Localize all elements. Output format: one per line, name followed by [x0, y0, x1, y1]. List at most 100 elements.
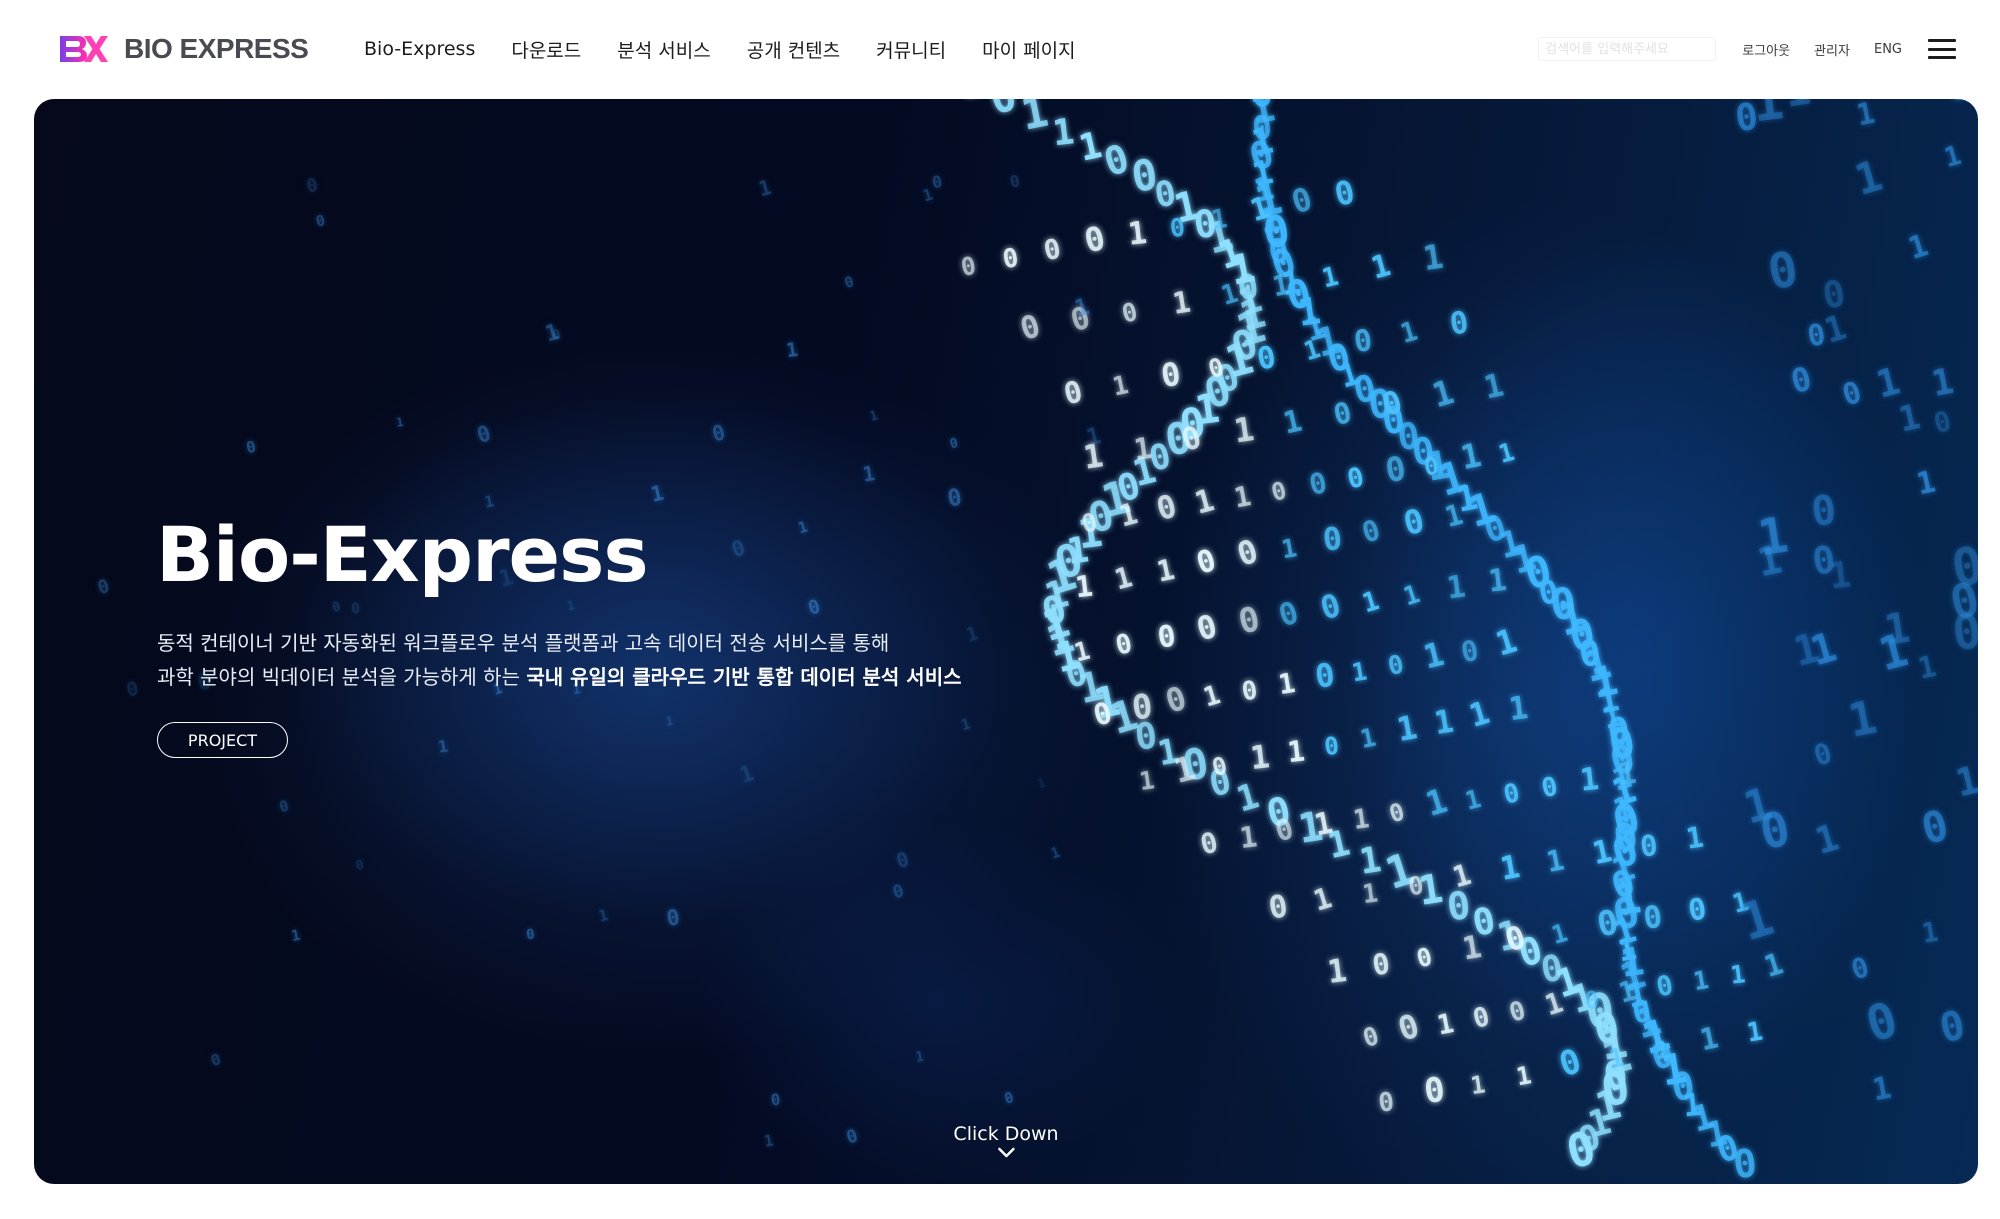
- svg-text:0: 0: [1731, 1141, 1760, 1184]
- svg-text:0: 0: [1119, 297, 1140, 329]
- hamburger-icon[interactable]: [1928, 39, 1956, 59]
- bx-logo-mark: [60, 36, 108, 62]
- svg-text:1: 1: [1111, 560, 1136, 596]
- svg-text:0: 0: [1764, 241, 1803, 301]
- svg-text:0: 0: [1917, 800, 1953, 854]
- project-button[interactable]: PROJECT: [157, 722, 288, 758]
- svg-text:0: 0: [1001, 243, 1021, 275]
- nav-item-bio-express[interactable]: Bio-Express: [364, 38, 475, 60]
- svg-text:1: 1: [1110, 370, 1131, 403]
- svg-text:1: 1: [1872, 358, 1905, 406]
- svg-text:1: 1: [1132, 431, 1155, 468]
- svg-text:1: 1: [756, 175, 774, 201]
- admin-link[interactable]: 관리자: [1814, 40, 1850, 59]
- svg-text:0: 0: [1936, 1001, 1969, 1052]
- svg-text:0: 0: [1113, 628, 1135, 662]
- svg-text:0: 0: [1159, 355, 1184, 395]
- svg-text:1: 1: [665, 714, 674, 729]
- svg-text:0: 0: [1809, 486, 1839, 536]
- svg-text:0: 0: [844, 1125, 860, 1148]
- svg-text:1: 1: [1749, 99, 1787, 134]
- svg-text:0: 0: [1081, 218, 1109, 261]
- svg-text:1: 1: [1209, 203, 1229, 236]
- svg-text:1: 1: [915, 1049, 925, 1066]
- svg-text:0: 0: [95, 576, 112, 599]
- svg-text:1: 1: [1928, 361, 1957, 405]
- svg-text:1: 1: [1170, 285, 1193, 321]
- click-down-button[interactable]: Click Down: [953, 1123, 1059, 1159]
- svg-text:1: 1: [1486, 563, 1508, 600]
- svg-text:0: 0: [1041, 233, 1063, 268]
- svg-text:0: 0: [770, 1089, 782, 1109]
- main-nav: Bio-Express 다운로드 분석 서비스 공개 컨텐츠 커뮤니티 마이 페…: [364, 30, 1076, 68]
- svg-text:1: 1: [1073, 569, 1094, 605]
- svg-text:0: 0: [1002, 1089, 1015, 1108]
- logo[interactable]: BIO EXPRESS: [58, 32, 309, 66]
- svg-text:0: 0: [1331, 173, 1358, 214]
- svg-text:1: 1: [1616, 756, 1638, 793]
- svg-text:1: 1: [1050, 111, 1076, 154]
- svg-text:0: 0: [305, 175, 320, 198]
- svg-text:0: 0: [1287, 180, 1316, 222]
- svg-text:1: 1: [1895, 397, 1924, 441]
- svg-text:1: 1: [1854, 99, 1878, 133]
- svg-text:1: 1: [1286, 734, 1307, 770]
- svg-text:0: 0: [208, 1049, 223, 1070]
- click-down-label: Click Down: [953, 1123, 1059, 1145]
- chevron-down-icon: [997, 1147, 1015, 1158]
- nav-item-public-contents[interactable]: 공개 컨텐츠: [747, 36, 840, 63]
- svg-text:0: 0: [1130, 686, 1155, 727]
- svg-text:1: 1: [1941, 140, 1965, 174]
- svg-text:1: 1: [1914, 464, 1939, 502]
- utility-menu: 로그아웃 관리자 ENG: [1538, 30, 1956, 68]
- hero-description: 동적 컨테이너 기반 자동화된 워크플로우 분석 플랫폼과 고속 데이터 전송 …: [157, 626, 1057, 694]
- hero-description-line-2: 과학 분야의 빅데이터 분석을 가능하게 하는 국내 유일의 클라우드 기반 통…: [157, 660, 1057, 694]
- svg-text:1: 1: [1952, 758, 1978, 806]
- svg-text:1: 1: [290, 927, 302, 945]
- svg-text:0: 0: [1583, 985, 1601, 1015]
- search-input[interactable]: [1538, 37, 1717, 61]
- svg-text:1: 1: [1915, 649, 1940, 687]
- svg-text:0: 0: [1943, 99, 1972, 110]
- svg-text:0: 0: [1008, 171, 1022, 192]
- svg-text:1: 1: [1781, 99, 1814, 117]
- svg-text:1: 1: [1017, 99, 1052, 141]
- logout-link[interactable]: 로그아웃: [1742, 40, 1790, 59]
- svg-text:1: 1: [1870, 1071, 1894, 1109]
- svg-text:1: 1: [1126, 215, 1149, 253]
- site-header: BIO EXPRESS Bio-Express 다운로드 분석 서비스 공개 컨…: [0, 0, 2000, 98]
- svg-text:0: 0: [985, 99, 1022, 124]
- svg-text:0: 0: [244, 437, 257, 458]
- svg-text:1: 1: [763, 1131, 775, 1150]
- svg-text:0: 0: [958, 251, 978, 282]
- svg-text:0: 0: [1016, 308, 1044, 348]
- nav-item-my-page[interactable]: 마이 페이지: [982, 36, 1075, 63]
- svg-text:0: 0: [842, 273, 856, 292]
- svg-text:0: 0: [1930, 404, 1954, 440]
- svg-text:1: 1: [1904, 227, 1932, 267]
- nav-item-community[interactable]: 커뮤니티: [876, 36, 946, 63]
- svg-text:1: 1: [1137, 765, 1156, 796]
- svg-text:1: 1: [785, 338, 800, 362]
- svg-text:0: 0: [1820, 272, 1849, 318]
- svg-text:1: 1: [1920, 917, 1941, 950]
- svg-text:0: 0: [931, 172, 944, 192]
- svg-text:1: 1: [1849, 151, 1888, 206]
- svg-text:0: 0: [1838, 375, 1865, 414]
- svg-text:0: 0: [314, 211, 327, 231]
- svg-text:0: 0: [124, 677, 140, 702]
- svg-text:1: 1: [1578, 761, 1601, 799]
- logo-text: BIO EXPRESS: [124, 33, 309, 64]
- nav-item-download[interactable]: 다운로드: [511, 36, 581, 63]
- svg-text:0: 0: [1168, 213, 1186, 243]
- hero-description-line-1: 동적 컨테이너 기반 자동화된 워크플로우 분석 플랫폼과 고속 데이터 전송 …: [157, 631, 890, 655]
- svg-text:0: 0: [1950, 604, 1978, 662]
- hero-description-highlight: 국내 유일의 클라우드 기반 통합 데이터 분석 서비스: [526, 665, 962, 689]
- svg-text:1: 1: [953, 99, 990, 109]
- hero-description-text: 과학 분야의 빅데이터 분석을 가능하게 하는: [157, 665, 527, 689]
- svg-text:0: 0: [1061, 374, 1086, 412]
- nav-item-analysis-service[interactable]: 분석 서비스: [617, 36, 710, 63]
- svg-text:1: 1: [1827, 554, 1853, 597]
- language-link[interactable]: ENG: [1874, 42, 1902, 57]
- svg-text:0: 0: [1153, 488, 1181, 528]
